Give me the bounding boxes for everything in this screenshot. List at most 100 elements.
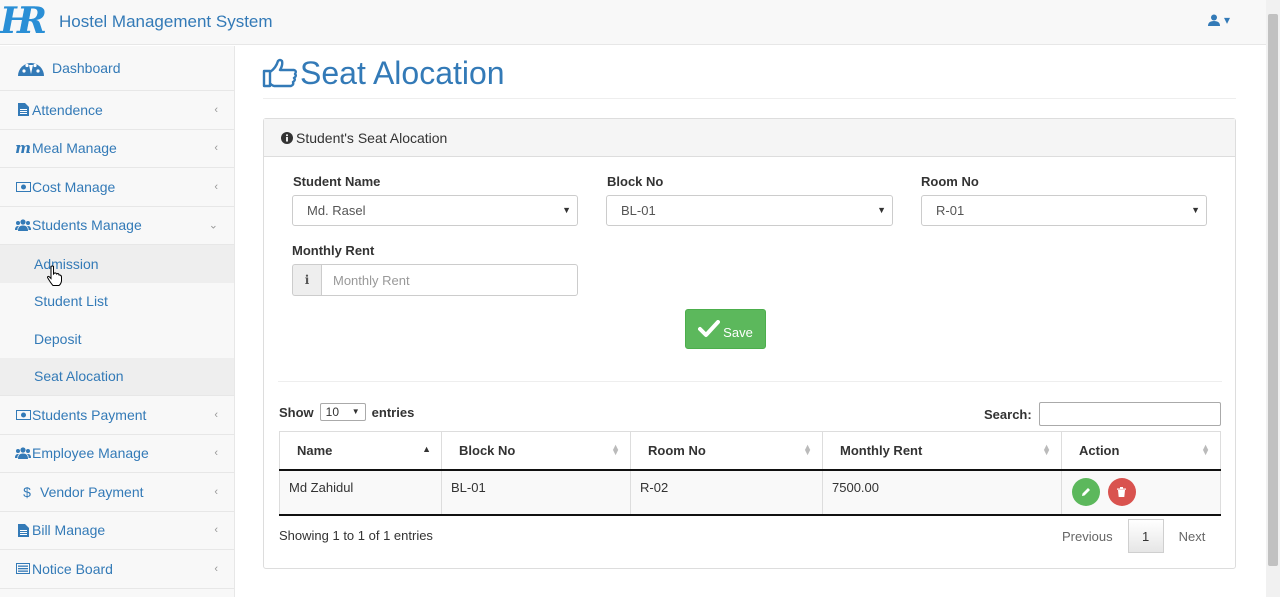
pagination: Previous 1 Next: [1047, 519, 1220, 553]
user-menu-button[interactable]: ▾: [1208, 13, 1230, 27]
block-no-value: BL-01: [621, 203, 656, 218]
cell-monthly-rent: 7500.00: [822, 469, 1062, 516]
pencil-icon: [1082, 488, 1090, 496]
delete-button[interactable]: [1107, 478, 1136, 506]
chevron-left-icon: ‹: [214, 103, 218, 116]
chevron-left-icon: ‹: [214, 562, 218, 575]
hand-cursor-icon: [46, 265, 62, 286]
save-button[interactable]: Save: [685, 309, 766, 349]
info-i-icon: i: [292, 264, 321, 296]
student-name-select[interactable]: Md. Rasel ▼: [292, 195, 578, 226]
sidebar-subitem-admission[interactable]: Admission: [0, 245, 234, 283]
sort-icon: ▲ ▼: [1042, 442, 1051, 457]
room-no-value: R-01: [936, 203, 965, 218]
sidebar: Dashboard Attendence ‹ m Meal Manage ‹ C…: [0, 46, 235, 597]
pagination-previous[interactable]: Previous: [1047, 519, 1128, 553]
column-header-monthly-rent[interactable]: Monthly Rent ▲ ▼: [822, 431, 1062, 471]
sidebar-item-students-manage[interactable]: Students Manage ⌄: [0, 207, 234, 245]
sidebar-item-students-payment[interactable]: Students Payment ‹: [0, 396, 234, 435]
chevron-left-icon: ‹: [214, 408, 218, 421]
edit-button[interactable]: [1072, 478, 1100, 506]
info-circle-icon: [281, 131, 293, 144]
sidebar-item-bill-manage[interactable]: Bill Manage ‹: [0, 512, 234, 550]
sidebar-item-cost-manage[interactable]: Cost Manage ‹: [0, 168, 234, 207]
room-no-select[interactable]: R-01 ▼: [921, 195, 1207, 226]
sidebar-item-label: Cost Manage: [32, 178, 116, 195]
vertical-scrollbar[interactable]: [1266, 0, 1280, 597]
check-icon: [698, 320, 721, 337]
chevron-left-icon: ‹: [214, 180, 218, 193]
user-icon: [1208, 14, 1220, 26]
sidebar-item-vendor-payment[interactable]: $ Vendor Payment ‹: [0, 473, 234, 512]
page-title: Seat Alocation: [262, 50, 505, 96]
entries-length-control: Show 10 ▼ entries: [279, 403, 414, 421]
file-icon: [15, 523, 31, 537]
pagination-page-1[interactable]: 1: [1127, 519, 1164, 553]
sidebar-subitem-deposit[interactable]: Deposit: [0, 320, 234, 358]
entries-value: 10: [325, 405, 340, 419]
save-label: Save: [723, 325, 753, 340]
svg-text:R: R: [16, 0, 46, 40]
sidebar-item-dashboard[interactable]: Dashboard: [0, 46, 234, 91]
users-icon: [15, 447, 31, 460]
trash-icon: [1117, 487, 1127, 497]
dashboard-icon: [17, 58, 45, 78]
show-label: Show: [279, 404, 314, 420]
scrollbar-thumb[interactable]: [1268, 14, 1278, 566]
column-header-action[interactable]: Action ▲ ▼: [1061, 431, 1221, 471]
page-title-text: Seat Alocation: [300, 54, 505, 91]
list-icon: [15, 563, 31, 575]
sidebar-item-attendence[interactable]: Attendence ‹: [0, 91, 234, 130]
table-row: Md Zahidul BL-01 R-02 7500.00: [279, 469, 1221, 516]
app-title[interactable]: Hostel Management System: [59, 12, 273, 32]
sidebar-item-label: Students Payment: [32, 406, 147, 423]
seat-alocation-panel: Student's Seat Alocation Student Name Md…: [263, 118, 1236, 569]
chevron-left-icon: ‹: [214, 524, 218, 537]
cell-name: Md Zahidul: [279, 469, 442, 516]
cell-action: [1061, 469, 1221, 516]
entries-select[interactable]: 10 ▼: [319, 403, 366, 421]
sidebar-item-label: Attendence: [32, 101, 103, 118]
caret-down-icon: ▼: [1191, 205, 1200, 215]
sidebar-item-label: Students Manage: [32, 217, 142, 234]
sidebar-subitem-student-list[interactable]: Student List: [0, 282, 234, 320]
sidebar-item-label: Vendor Payment: [40, 483, 144, 500]
chevron-left-icon: ‹: [214, 485, 218, 498]
pagination-next[interactable]: Next: [1164, 519, 1221, 553]
sidebar-item-notice-board[interactable]: Notice Board ‹: [0, 550, 234, 589]
cell-block-no: BL-01: [441, 469, 631, 516]
sidebar-item-label: Bill Manage: [32, 522, 106, 539]
seat-allocation-table: Name ▲ Block No ▲ ▼ Room No ▲ ▼ Monthly Re…: [279, 431, 1221, 516]
dollar-icon: $: [23, 483, 31, 500]
hms-logo-icon[interactable]: H R: [0, 0, 46, 40]
form-divider: [278, 381, 1222, 382]
search-input[interactable]: [1039, 402, 1221, 426]
panel-heading: Student's Seat Alocation: [264, 119, 1235, 157]
column-header-name[interactable]: Name ▲: [279, 431, 442, 471]
table-header-row: Name ▲ Block No ▲ ▼ Room No ▲ ▼ Monthly Re…: [279, 431, 1221, 471]
students-manage-submenu: Admission Student List Deposit Seat Aloc…: [0, 245, 234, 396]
column-header-block-no[interactable]: Block No ▲ ▼: [441, 431, 631, 471]
chevron-left-icon: ‹: [214, 142, 218, 155]
entries-label: entries: [371, 404, 415, 420]
column-header-room-no[interactable]: Room No ▲ ▼: [630, 431, 823, 471]
sidebar-item-label: Employee Manage: [32, 445, 149, 462]
thumbs-up-outline-icon: [262, 58, 297, 88]
sidebar-item-label: Dashboard: [52, 60, 121, 76]
caret-down-icon: ▼: [351, 407, 360, 416]
money-icon: [15, 409, 31, 420]
monthly-rent-input[interactable]: [321, 264, 578, 296]
meal-m-icon: m: [15, 139, 31, 158]
monthly-rent-group: i: [292, 264, 578, 296]
sidebar-item-employee-manage[interactable]: Employee Manage ‹: [0, 435, 234, 473]
monthly-rent-label: Monthly Rent: [292, 243, 375, 258]
table-info-text: Showing 1 to 1 of 1 entries: [279, 528, 433, 543]
sidebar-item-meal-manage[interactable]: m Meal Manage ‹: [0, 130, 234, 168]
sort-icon: ▲ ▼: [1201, 442, 1210, 457]
block-no-select[interactable]: BL-01 ▼: [606, 195, 893, 226]
panel-heading-text: Student's Seat Alocation: [296, 129, 448, 146]
sidebar-subitem-seat-alocation[interactable]: Seat Alocation: [0, 357, 234, 395]
sort-asc-icon: ▲: [422, 444, 431, 454]
caret-down-icon: ▼: [562, 205, 571, 215]
caret-down-icon: ▼: [877, 205, 886, 215]
